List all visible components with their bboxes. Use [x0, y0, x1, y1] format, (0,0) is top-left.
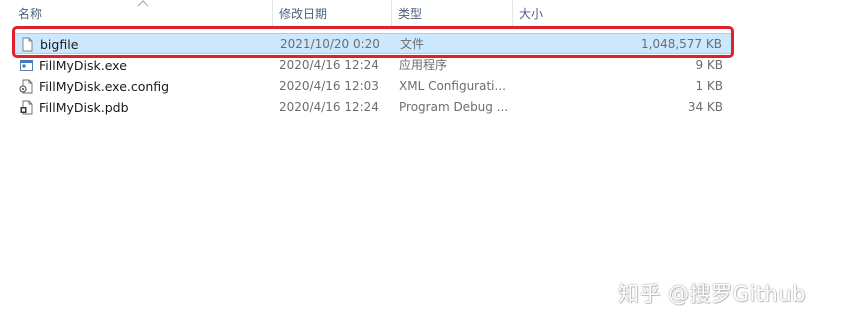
column-header-date[interactable]: 修改日期 [273, 0, 391, 26]
file-name: FillMyDisk.pdb [39, 100, 129, 115]
file-size: 1 KB [695, 79, 723, 93]
file-type: 应用程序 [399, 58, 448, 72]
file-name: FillMyDisk.exe.config [39, 79, 170, 94]
file-name: FillMyDisk.exe [39, 58, 127, 73]
column-header-size[interactable]: 大小 [513, 0, 733, 26]
file-date: 2020/4/16 12:24 [279, 58, 379, 72]
file-date: 2020/4/16 12:03 [279, 79, 379, 93]
file-size: 34 KB [687, 100, 723, 114]
debug-file-icon [20, 100, 33, 115]
file-date: 2021/10/20 0:20 [280, 37, 380, 51]
file-type: 文件 [400, 37, 425, 51]
file-type: XML Configurati... [399, 79, 506, 93]
zhihu-watermark: 知乎 @搜罗Github [618, 282, 806, 306]
blank-file-icon [22, 37, 33, 52]
file-size: 9 KB [695, 58, 723, 72]
column-header-type[interactable]: 类型 [392, 0, 512, 26]
config-file-icon [19, 79, 33, 94]
column-header-row: 名称 修改日期 类型 大小 [0, 0, 733, 26]
column-header-name[interactable]: 名称 [12, 0, 272, 26]
file-row-bigfile[interactable]: bigfile 2021/10/20 0:20 文件 1,048,577 KB [14, 33, 732, 54]
file-row-fillmydisk-config[interactable]: FillMyDisk.exe.config 2020/4/16 12:03 XM… [14, 76, 732, 97]
file-size: 1,048,577 KB [641, 37, 722, 51]
file-row-fillmydisk-pdb[interactable]: FillMyDisk.pdb 2020/4/16 12:24 Program D… [14, 97, 732, 118]
file-name: bigfile [40, 37, 79, 52]
application-icon [20, 60, 33, 71]
file-date: 2020/4/16 12:24 [279, 100, 379, 114]
file-row-fillmydisk-exe[interactable]: FillMyDisk.exe 2020/4/16 12:24 应用程序 9 KB [14, 55, 732, 76]
file-type: Program Debug ... [399, 100, 509, 114]
